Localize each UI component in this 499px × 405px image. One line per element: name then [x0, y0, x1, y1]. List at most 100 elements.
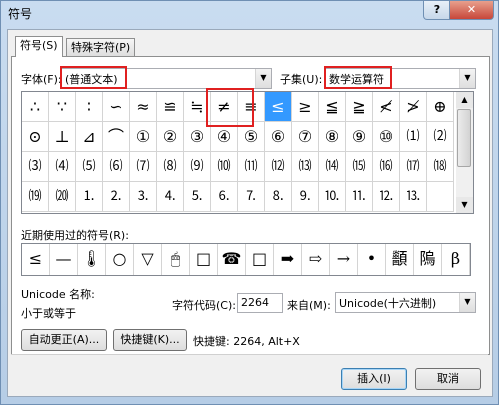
symbol-cell[interactable]: ①	[130, 122, 157, 152]
recent-symbol-cell[interactable]: —	[50, 244, 78, 275]
symbol-cell[interactable]: ⒆	[22, 182, 49, 212]
symbol-cell[interactable]: ⑨	[346, 122, 373, 152]
symbol-cell[interactable]: ⒊	[130, 182, 157, 212]
symbol-cell[interactable]: ⊿	[76, 122, 103, 152]
symbol-cell[interactable]: ⑦	[292, 122, 319, 152]
recent-symbol-cell[interactable]: 🌡	[78, 244, 106, 275]
from-select[interactable]: Unicode(十六进制) ▼	[335, 292, 476, 313]
symbol-cell[interactable]: ⑸	[76, 152, 103, 182]
symbol-cell[interactable]: ⑵	[427, 122, 454, 152]
symbol-cell[interactable]: ⒐	[292, 182, 319, 212]
symbol-cell[interactable]: ⑶	[22, 152, 49, 182]
symbol-cell[interactable]: ⑼	[184, 152, 211, 182]
char-code-label: 字符代码(C):	[172, 299, 236, 312]
symbol-cell[interactable]: ⑴	[400, 122, 427, 152]
symbol-cell[interactable]: ⒅	[427, 152, 454, 182]
symbol-cell[interactable]: ⒒	[346, 182, 373, 212]
symbol-cell[interactable]: ≌	[157, 92, 184, 122]
from-select-value: Unicode(十六进制)	[339, 297, 437, 310]
symbol-cell[interactable]: ⒔	[400, 182, 427, 212]
symbol-cell[interactable]: ⊥	[49, 122, 76, 152]
symbol-cell[interactable]: ⒍	[211, 182, 238, 212]
symbol-cell[interactable]: ⒃	[373, 152, 400, 182]
help-button[interactable]: ?	[423, 1, 451, 20]
tab-symbols[interactable]: 符号(S)	[15, 36, 63, 57]
font-label: 字体(F):	[21, 73, 62, 86]
symbol-cell[interactable]: ⒈	[76, 182, 103, 212]
recent-symbol-cell[interactable]: β	[442, 244, 470, 275]
symbol-cell[interactable]: ⒇	[49, 182, 76, 212]
symbol-cell[interactable]	[427, 182, 454, 212]
recent-symbol-cell[interactable]: 顲	[386, 244, 414, 275]
symbol-cell[interactable]: ∵	[49, 92, 76, 122]
symbol-cell[interactable]: ∽	[103, 92, 130, 122]
recent-symbol-cell[interactable]: ☎	[218, 244, 246, 275]
symbol-cell[interactable]: ⒉	[103, 182, 130, 212]
symbol-cell[interactable]: ⑩	[373, 122, 400, 152]
symbol-cell[interactable]: ⑧	[319, 122, 346, 152]
recent-symbol-cell[interactable]: →	[330, 244, 358, 275]
symbol-cell[interactable]: ⒑	[319, 182, 346, 212]
symbol-cell[interactable]: ⊙	[22, 122, 49, 152]
symbol-cell[interactable]: ⑥	[265, 122, 292, 152]
symbol-cell[interactable]: ⑾	[238, 152, 265, 182]
symbol-cell[interactable]: ⒀	[292, 152, 319, 182]
recent-symbol-cell[interactable]: •	[358, 244, 386, 275]
symbol-cell[interactable]: ⑷	[49, 152, 76, 182]
scroll-down-icon[interactable]: ▼	[456, 197, 473, 213]
from-label: 来自(M):	[287, 299, 331, 312]
symbol-cell[interactable]: ⑿	[265, 152, 292, 182]
tab-special-characters[interactable]: 特殊字符(P)	[66, 38, 136, 57]
symbol-cell[interactable]: ⑹	[103, 152, 130, 182]
recent-symbol-cell[interactable]: ≤	[22, 244, 50, 275]
unicode-name-label: Unicode 名称:	[21, 288, 95, 301]
symbol-cell[interactable]: ⒁	[319, 152, 346, 182]
symbol-cell[interactable]: ≧	[346, 92, 373, 122]
recent-symbol-cell[interactable]: □	[190, 244, 218, 275]
recent-symbol-cell[interactable]: ○	[106, 244, 134, 275]
char-code-value: 2264	[241, 296, 269, 309]
recent-symbol-cell[interactable]: ➡	[274, 244, 302, 275]
recent-label: 近期使用过的符号(R):	[21, 229, 129, 242]
symbol-cell[interactable]: ⒏	[265, 182, 292, 212]
autocorrect-button[interactable]: 自动更正(A)...	[21, 329, 107, 351]
insert-button[interactable]: 插入(I)	[341, 368, 407, 390]
symbol-cell[interactable]: ⒎	[238, 182, 265, 212]
scroll-up-icon[interactable]: ▲	[456, 92, 473, 108]
symbol-cell[interactable]: ⒂	[346, 152, 373, 182]
recent-symbol-cell[interactable]: 🖱	[162, 244, 190, 275]
symbol-cell[interactable]: ⒌	[184, 182, 211, 212]
cancel-button[interactable]: 取消	[415, 368, 481, 390]
close-button[interactable]: ✕	[449, 1, 494, 20]
scroll-thumb[interactable]	[457, 109, 471, 167]
symbol-cell[interactable]: ⒄	[400, 152, 427, 182]
recent-symbols: ≤ — 🌡 ○ ▽ 🖱 □ ☎ □ ➡ ⇨ → • 顲隖 β	[21, 243, 471, 276]
symbol-cell[interactable]: ≯	[400, 92, 427, 122]
recent-symbol-cell[interactable]: 隖	[414, 244, 442, 275]
symbol-cell[interactable]: ≤	[265, 92, 292, 122]
symbol-cell[interactable]: ⑽	[211, 152, 238, 182]
symbol-cell[interactable]: ②	[157, 122, 184, 152]
symbol-cell[interactable]: ≥	[292, 92, 319, 122]
symbol-cell[interactable]: ⒓	[373, 182, 400, 212]
symbol-cell[interactable]: ⊕	[427, 92, 454, 122]
symbol-cell[interactable]: ≈	[130, 92, 157, 122]
char-code-input[interactable]: 2264	[237, 293, 283, 313]
chevron-down-icon[interactable]: ▼	[459, 69, 475, 88]
highlight-subset	[324, 66, 392, 89]
chevron-down-icon[interactable]: ▼	[255, 69, 271, 88]
grid-scrollbar[interactable]: ▲ ▼	[456, 91, 474, 214]
symbol-cell[interactable]: ∴	[22, 92, 49, 122]
shortcut-key-button[interactable]: 快捷键(K)...	[113, 329, 187, 351]
symbol-cell[interactable]: ≮	[373, 92, 400, 122]
recent-symbol-cell[interactable]: ⇨	[302, 244, 330, 275]
symbol-cell[interactable]: ∶	[76, 92, 103, 122]
symbol-cell[interactable]: ⌒	[103, 122, 130, 152]
symbol-cell[interactable]: ≦	[319, 92, 346, 122]
recent-symbol-cell[interactable]: □	[246, 244, 274, 275]
recent-symbol-cell[interactable]: ▽	[134, 244, 162, 275]
symbol-cell[interactable]: ⒋	[157, 182, 184, 212]
symbol-cell[interactable]: ⑻	[157, 152, 184, 182]
chevron-down-icon[interactable]: ▼	[459, 293, 475, 312]
symbol-cell[interactable]: ⑺	[130, 152, 157, 182]
